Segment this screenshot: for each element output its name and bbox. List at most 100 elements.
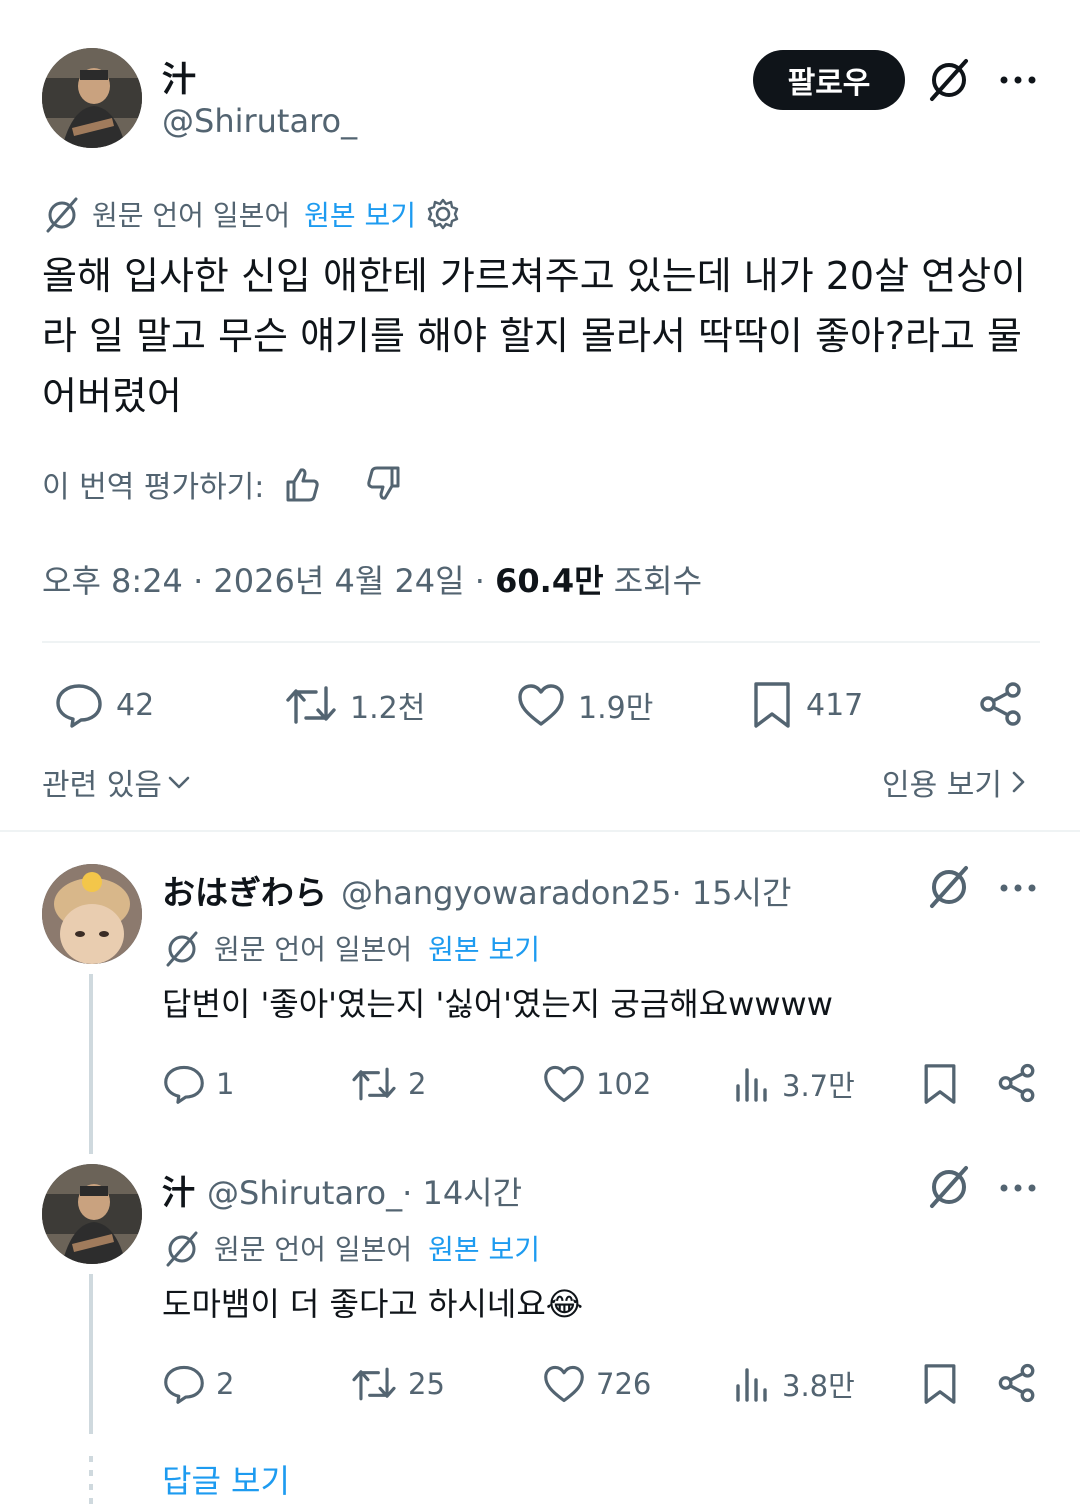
slash-circle-icon: [930, 866, 968, 908]
author-avatar[interactable]: [42, 48, 142, 148]
reply-like-button[interactable]: 726: [542, 1362, 651, 1406]
translation-source-label: 원문 언어 일본어: [214, 933, 413, 966]
like-icon: [544, 1365, 584, 1403]
more-icon: [1000, 76, 1036, 84]
retweet-button[interactable]: 1.2천: [284, 680, 425, 730]
divider: [42, 641, 1040, 643]
tweet-timestamp[interactable]: 오후 8:24 · 2026년 4월 24일 ·: [42, 562, 495, 600]
author-name[interactable]: 汁: [162, 52, 196, 101]
reply-avatar[interactable]: [42, 1164, 142, 1264]
reply-count: 42: [116, 687, 155, 723]
translation-bar: 원문 언어 일본어 원본 보기: [42, 194, 460, 234]
reply-header: おはぎわら @hangyowaradon25 · 15시간: [162, 866, 791, 914]
reply-bookmark-button[interactable]: [918, 1360, 962, 1408]
reply-translation-bar: 원문 언어 일본어 원본 보기: [162, 1228, 540, 1268]
like-count: 726: [596, 1367, 652, 1401]
follow-button[interactable]: 팔로우: [753, 50, 905, 110]
gear-icon[interactable]: [426, 197, 460, 231]
author-handle[interactable]: @Shirutaro_: [162, 102, 357, 140]
reply-translation-bar: 원문 언어 일본어 원본 보기: [162, 928, 540, 968]
reply-header: 汁 @Shirutaro_ · 14시간: [162, 1166, 522, 1214]
reply-icon: [164, 1365, 204, 1404]
reply-count: 2: [216, 1367, 235, 1401]
thread-line-dotted: [89, 1456, 93, 1506]
show-original-link[interactable]: 원본 보기: [428, 928, 540, 968]
reply-button[interactable]: 42: [54, 680, 154, 730]
translate-icon: [166, 1231, 198, 1267]
share-icon: [980, 682, 1021, 726]
slash-circle-icon: [930, 59, 968, 101]
thumbs-up-icon[interactable]: [282, 464, 322, 504]
thread-line: [89, 1274, 93, 1434]
reply-avatar[interactable]: [42, 864, 142, 964]
translation-source-label: 원문 언어 일본어: [92, 199, 291, 232]
share-icon: [998, 1363, 1035, 1403]
grok-translate-button[interactable]: [922, 862, 976, 912]
reply-icon: [164, 1065, 204, 1104]
views-count: 60.4만: [495, 562, 604, 600]
reply-reply-button[interactable]: 2: [162, 1362, 234, 1406]
reply-views-button[interactable]: 3.8만: [732, 1362, 855, 1406]
bookmark-icon: [754, 682, 790, 728]
reply-like-button[interactable]: 102: [542, 1062, 651, 1106]
show-replies-link[interactable]: 답글 보기: [162, 1456, 290, 1502]
tweet-text: 올해 입사한 신입 애한테 가르쳐주고 있는데 내가 20살 연상이라 일 말고…: [42, 254, 1027, 418]
view-quotes-label: 인용 보기: [882, 768, 1002, 803]
bookmark-count: 417: [806, 687, 864, 723]
retweet-count: 1.2천: [350, 691, 426, 726]
retweet-icon: [286, 686, 336, 724]
retweet-icon: [352, 1367, 396, 1401]
reply-author-handle[interactable]: @hangyowaradon25: [341, 874, 671, 912]
thread-line: [89, 974, 93, 1154]
more-options-button[interactable]: [995, 58, 1041, 102]
views-icon: [736, 1368, 767, 1402]
slash-circle-icon: [930, 1166, 968, 1208]
chevron-right-icon: [1012, 771, 1025, 793]
retweet-icon: [352, 1067, 396, 1101]
reply-share-button[interactable]: [994, 1060, 1040, 1106]
reply-more-button[interactable]: [995, 1166, 1041, 1210]
show-original-link[interactable]: 원본 보기: [428, 1228, 540, 1268]
translation-source-label: 원문 언어 일본어: [214, 1233, 413, 1266]
reply-time[interactable]: · 14시간: [402, 1168, 522, 1214]
reply-views-button[interactable]: 3.7만: [732, 1062, 855, 1106]
related-toggle[interactable]: 관련 있음: [42, 760, 192, 804]
share-icon: [998, 1063, 1035, 1103]
show-original-link[interactable]: 원본 보기: [304, 194, 416, 234]
section-divider: [0, 830, 1080, 832]
bookmark-icon: [924, 1064, 956, 1104]
reply-author-name[interactable]: 汁: [162, 1166, 195, 1214]
thumbs-down-icon[interactable]: [364, 464, 404, 504]
reply-retweet-button[interactable]: 2: [350, 1062, 426, 1106]
grok-translate-button[interactable]: [922, 55, 976, 105]
reply-text: 답변이 '좋아'였는지 '싫어'였는지 궁금해요wwww: [162, 985, 833, 1023]
like-button[interactable]: 1.9만: [516, 680, 653, 730]
bookmark-icon: [924, 1364, 956, 1404]
like-count: 102: [596, 1067, 652, 1101]
reply-author-name[interactable]: おはぎわら: [162, 866, 327, 914]
retweet-count: 25: [408, 1367, 445, 1401]
like-icon: [544, 1065, 584, 1103]
reply-share-button[interactable]: [994, 1360, 1040, 1406]
reply-text: 도마뱀이 더 좋다고 하시네요😂: [162, 1285, 584, 1323]
reply-time[interactable]: · 15시간: [671, 868, 791, 914]
views-count: 3.7만: [782, 1069, 855, 1103]
reply-retweet-button[interactable]: 25: [350, 1362, 445, 1406]
reply-icon: [56, 684, 102, 728]
more-icon: [1000, 1184, 1036, 1192]
more-icon: [1000, 884, 1036, 892]
views-icon: [736, 1068, 767, 1102]
view-quotes-link[interactable]: 인용 보기: [882, 760, 1028, 804]
bookmark-button[interactable]: 417: [750, 680, 863, 730]
reply-more-button[interactable]: [995, 866, 1041, 910]
retweet-count: 2: [408, 1067, 427, 1101]
share-button[interactable]: [976, 678, 1026, 730]
views-label: 조회수: [603, 562, 703, 600]
like-icon: [518, 684, 564, 726]
grok-translate-button[interactable]: [922, 1162, 976, 1212]
reply-author-handle[interactable]: @Shirutaro_: [207, 1174, 402, 1212]
related-label: 관련 있음: [42, 768, 162, 803]
reply-bookmark-button[interactable]: [918, 1060, 962, 1108]
reply-reply-button[interactable]: 1: [162, 1062, 234, 1106]
views-count: 3.8만: [782, 1369, 855, 1403]
